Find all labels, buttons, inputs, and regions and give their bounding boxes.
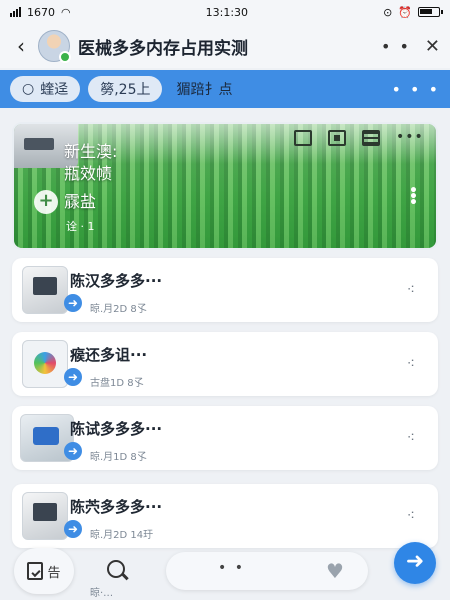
hero-meta: 诠 · 1 [66,220,95,233]
status-time: 13:1:30 [205,5,249,19]
bottom-toolbar: 告 • • ♥ ➜ 晾·… [0,540,450,600]
item-thumbnail [22,340,68,388]
list-item[interactable]: ➜ 瘊还多诅··· 古盘1D 8孓 ⁖ [12,332,438,396]
item-thumbnail [22,492,68,540]
battery-icon [418,7,443,17]
item-title: 陈汉多多多··· [70,272,163,290]
share-icon[interactable]: ➜ [64,294,82,312]
item-title: 陈试多多多··· [70,420,163,438]
tab-2[interactable]: 簩,25上 [88,76,163,102]
notes-label: 告 [47,565,61,581]
kebab-icon[interactable]: ⁖ [407,282,416,298]
alarm-icon: ⏰ [398,5,412,19]
center-pill[interactable]: • • ♥ [166,552,368,590]
kebab-icon[interactable]: ⁖ [407,430,416,446]
signal-icon [10,7,21,17]
hero-label: 霡盐 [64,192,97,211]
kebab-icon[interactable]: • • • [409,184,418,210]
item-thumbnail [22,266,68,314]
page-title: 医械多多内存占用实测 [78,38,248,59]
status-right: ⊙ ⏰ [383,5,443,19]
close-icon[interactable]: ✕ [425,36,440,57]
featured-card[interactable]: 新生澳: 瓶效帻 + 霡盐 诠 · 1 ••• • • • [12,122,438,250]
more-dots-icon[interactable]: ••• [396,130,423,146]
back-icon[interactable]: ‹ [10,32,32,60]
tab-bar: ○ 蝰迳 簩,25上 猸踣扌点 • • • [0,70,450,108]
rotation-lock-icon: ⊙ [383,5,393,19]
list-icon[interactable] [362,130,380,146]
tab-more-icon[interactable]: • • • [392,80,440,99]
search-icon: ○ [22,81,35,97]
item-title: 瘊还多诅··· [70,346,148,364]
status-left: 1670 ◠ [10,6,71,19]
plus-icon[interactable]: + [34,190,58,214]
item-meta: 晾.月1D 8孓 [90,452,147,463]
title-bar: ‹ 医械多多内存占用实测 • • ✕ [0,24,450,68]
heart-icon[interactable]: ♥ [326,559,344,583]
tab-search[interactable]: ○ 蝰迳 [10,76,81,102]
avatar[interactable] [38,30,71,63]
hero-subtitle: 瓶效帻 [64,164,113,183]
search-icon[interactable] [104,558,130,584]
content-list: 新生澳: 瓶效帻 + 霡盐 诠 · 1 ••• • • • ➜ 陈汉多多多··· 晾… [0,108,450,600]
share-icon[interactable]: ➜ [64,368,82,386]
tab-3[interactable]: 猸踣扌点 [170,79,238,99]
list-item[interactable]: ➜ 陈汉多多多··· 晾.月2D 8孓 ⁖ [12,258,438,322]
item-meta: 晾.月2D 14玗 [90,530,154,541]
doc-check-icon [27,562,44,580]
grid-icon[interactable] [328,130,346,146]
item-meta: 晾·… [90,588,114,599]
share-icon[interactable]: ➜ [64,442,82,460]
item-title: 陈茓多多多··· [70,498,163,516]
kebab-icon[interactable]: ⁖ [407,356,416,372]
arrow-right-icon[interactable]: ➜ [394,542,436,584]
status-bar: 1670 ◠ 13:1:30 ⊙ ⏰ [0,0,450,24]
carrier-text: 1670 [27,5,55,19]
item-meta: 古盘1D 8孓 [90,378,144,389]
list-item[interactable]: ➜ 陈茓多多多··· 晾.月2D 14玗 ⁖ [12,484,438,548]
item-meta: 晾.月2D 8孓 [90,304,147,315]
more-dots-icon[interactable]: • • [218,560,245,576]
share-icon[interactable]: ➜ [64,520,82,538]
layout-icon[interactable] [294,130,312,146]
hero-title: 新生澳: [64,142,118,161]
more-icon[interactable]: • • [381,37,411,56]
kebab-icon[interactable]: ⁖ [407,508,416,524]
verified-badge [59,51,71,63]
hero-toolbar: ••• [294,130,423,146]
notes-button[interactable]: 告 [14,548,74,594]
wifi-icon: ◠ [61,5,71,19]
list-item[interactable]: ➜ 陈试多多多··· 晾.月1D 8孓 ⁖ [12,406,438,470]
tab-search-label: 蝰迳 [40,82,69,98]
